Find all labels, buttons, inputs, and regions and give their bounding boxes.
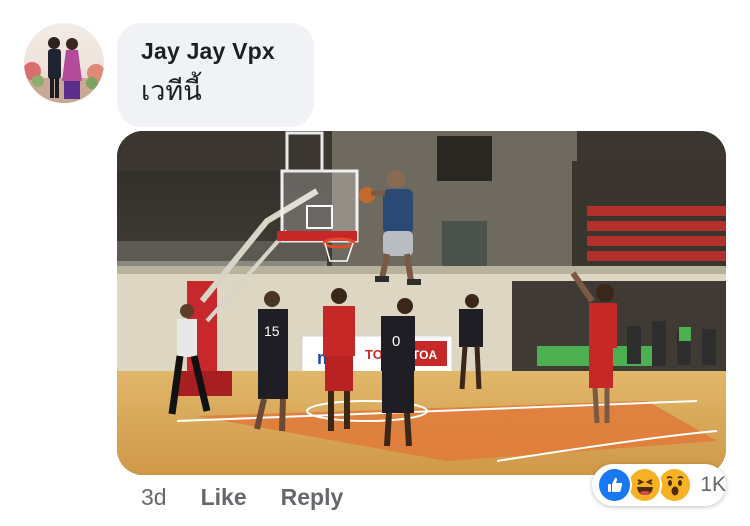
- haha-icon: [627, 467, 663, 503]
- comment-meta: 3d Like Reply: [141, 480, 377, 514]
- comment-bubble: Jay Jay Vpx เวทีนี้: [117, 23, 314, 127]
- jersey-0: 0: [392, 333, 400, 350]
- comment-timestamp[interactable]: 3d: [141, 484, 167, 511]
- like-icon: [597, 467, 633, 503]
- reactions-summary[interactable]: 1K: [592, 464, 726, 506]
- comment-photo[interactable]: mo TOA TOA 15: [117, 131, 726, 475]
- like-button[interactable]: Like: [201, 484, 247, 511]
- reaction-count: 1K: [700, 473, 727, 496]
- jersey-15: 15: [264, 323, 280, 339]
- banner-right: TOA: [412, 348, 437, 362]
- wow-icon: [657, 467, 693, 503]
- commenter-avatar[interactable]: [24, 23, 104, 103]
- reply-button[interactable]: Reply: [281, 484, 344, 511]
- comment-text: เวทีนี้: [141, 76, 202, 107]
- comment-author[interactable]: Jay Jay Vpx: [141, 37, 314, 65]
